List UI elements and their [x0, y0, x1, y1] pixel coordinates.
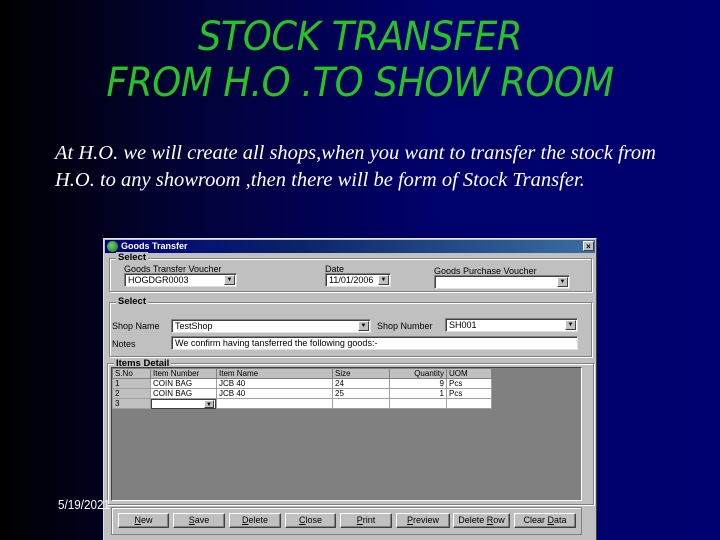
close-icon[interactable]: × [583, 241, 594, 251]
items-grid[interactable]: S.No Item Number Item Name Size Quantity… [111, 367, 582, 501]
shop-number-label: Shop Number [377, 321, 433, 331]
save-button[interactable]: Save [173, 513, 225, 528]
chevron-down-icon[interactable]: ▼ [557, 277, 568, 287]
item-number-dropdown[interactable]: ▼ [151, 398, 216, 409]
column-header-size[interactable]: Size [332, 368, 390, 379]
cell-quantity[interactable]: 1 [389, 388, 447, 399]
cell-uom[interactable] [446, 398, 492, 409]
cell-size[interactable]: 24 [332, 378, 390, 389]
cell-item-name[interactable]: JCB 40 [216, 378, 333, 389]
cell-sno: 1 [112, 378, 151, 389]
delete-row-button[interactable]: Delete Row [453, 513, 510, 528]
new-button[interactable]: New [118, 513, 169, 528]
column-header-item-number[interactable]: Item Number [150, 368, 217, 379]
chevron-down-icon[interactable]: ▼ [565, 320, 576, 330]
cell-uom[interactable]: Pcs [446, 378, 492, 389]
shop-number-select[interactable]: SH001 ▼ [445, 318, 578, 332]
button-label-part: ow [493, 515, 505, 525]
slide-title-line-1: STOCK TRANSFER [197, 14, 522, 60]
chevron-down-icon[interactable]: ▼ [378, 275, 389, 285]
delete-button[interactable]: Delete [229, 513, 281, 528]
column-header-sno[interactable]: S.No [112, 368, 151, 379]
table-row[interactable]: 1 COIN BAG JCB 40 24 9 Pcs [112, 378, 492, 389]
notes-value: We confirm having tansferred the followi… [175, 338, 378, 348]
button-label-part: ew [140, 515, 153, 525]
slide-title: STOCK TRANSFER FROM H.O .TO SHOW ROOM [29, 14, 691, 106]
chevron-down-icon[interactable]: ▼ [358, 321, 369, 331]
notes-label: Notes [112, 339, 136, 349]
preview-button[interactable]: Preview [396, 513, 450, 528]
window-titlebar[interactable]: Goods Transfer × [105, 240, 595, 253]
cell-item-number[interactable]: ▼ [150, 398, 217, 409]
chevron-down-icon[interactable]: ▼ [224, 275, 235, 285]
notes-input[interactable]: We confirm having tansferred the followi… [171, 336, 578, 350]
voucher-value: HOGDGR0003 [128, 275, 189, 285]
slide-body-text: At H.O. we will create all shops,when yo… [55, 142, 656, 191]
items-table: S.No Item Number Item Name Size Quantity… [112, 368, 492, 409]
button-label-part: ata [554, 515, 567, 525]
chevron-down-icon[interactable]: ▼ [204, 399, 214, 408]
cell-item-name[interactable] [216, 398, 333, 409]
cell-sno: 2 [112, 388, 151, 399]
group-label: Select [116, 252, 148, 263]
cell-quantity[interactable]: 9 [389, 378, 447, 389]
button-label-part: review [413, 515, 440, 525]
date-value: 11/01/2006 [329, 275, 374, 285]
cell-uom[interactable]: Pcs [446, 388, 492, 399]
goods-purchase-voucher-select[interactable]: ▼ [434, 275, 570, 289]
button-label-part: lose [305, 515, 322, 525]
cell-size[interactable]: 25 [332, 388, 390, 399]
date-picker[interactable]: 11/01/2006 ▼ [325, 273, 391, 287]
button-label-part: Clear [523, 515, 548, 525]
button-label-part: Delete [458, 515, 487, 525]
cell-item-number[interactable]: COIN BAG [150, 378, 217, 389]
table-row[interactable]: 3 ▼ [112, 398, 492, 409]
shop-name-value: TestShop [175, 321, 213, 331]
cell-item-number[interactable]: COIN BAG [150, 388, 217, 399]
button-bar: New Save Delete Close Print Preview Dele… [111, 507, 582, 535]
slide-date: 5/19/2021 [58, 497, 111, 512]
shop-number-value: SH001 [449, 320, 477, 330]
cell-size[interactable] [332, 398, 390, 409]
app-icon [107, 241, 118, 252]
close-button[interactable]: Close [285, 513, 336, 528]
clear-data-button[interactable]: Clear Data [514, 513, 576, 528]
window-title: Goods Transfer [121, 241, 188, 251]
print-button[interactable]: Print [340, 513, 392, 528]
column-header-quantity[interactable]: Quantity [389, 368, 447, 379]
cell-item-name[interactable]: JCB 40 [216, 388, 333, 399]
column-header-uom[interactable]: UOM [446, 368, 492, 379]
goods-transfer-voucher-select[interactable]: HOGDGR0003 ▼ [124, 273, 237, 287]
goods-transfer-window: Goods Transfer × Select Goods Transfer V… [103, 238, 597, 540]
group-label: Select [116, 296, 148, 307]
button-label-part: rint [362, 515, 376, 525]
button-label-part: elete [248, 515, 269, 525]
shop-name-label: Shop Name [112, 321, 160, 331]
column-header-item-name[interactable]: Item Name [216, 368, 333, 379]
table-header-row: S.No Item Number Item Name Size Quantity… [112, 368, 492, 379]
table-row[interactable]: 2 COIN BAG JCB 40 25 1 Pcs [112, 388, 492, 399]
cell-sno: 3 [112, 398, 151, 409]
button-label-part: ave [194, 515, 210, 525]
shop-name-select[interactable]: TestShop ▼ [171, 319, 371, 333]
cell-quantity[interactable] [389, 398, 447, 409]
slide-title-line-2: FROM H.O .TO SHOW ROOM [106, 60, 614, 106]
